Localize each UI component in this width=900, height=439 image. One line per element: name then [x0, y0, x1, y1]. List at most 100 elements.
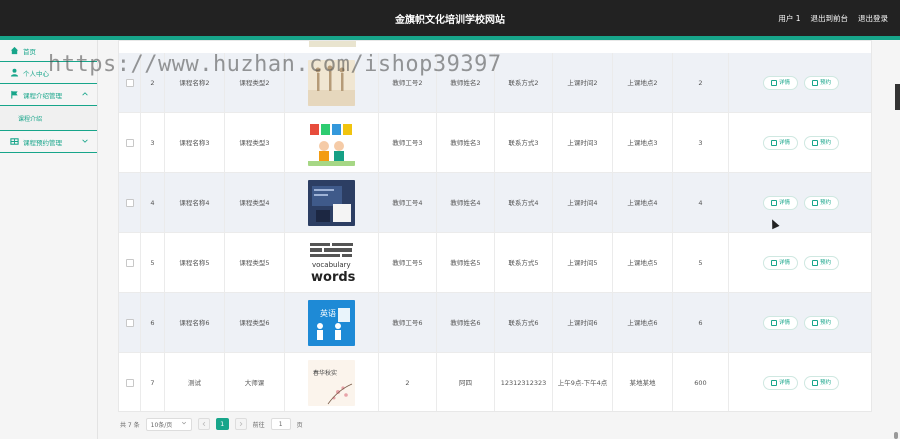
cell-contact: 联系方式5: [495, 233, 553, 293]
cell-select: [119, 233, 141, 293]
cell-place: 上课地点4: [613, 173, 673, 233]
cell-contact: 联系方式3: [495, 113, 553, 173]
image-text-vocabulary: vocabulary: [312, 261, 351, 269]
back-to-front-link[interactable]: 退出到前台: [811, 13, 849, 24]
total-count: 共 7 条: [120, 421, 140, 429]
book-icon: [812, 140, 818, 146]
cell-teacher-id: 教师工号4: [379, 173, 437, 233]
cell-image: 英语: [285, 293, 379, 353]
cell-select: [119, 293, 141, 353]
user-menu[interactable]: 用户 1: [778, 13, 800, 24]
scrollbar-thumb[interactable]: [894, 432, 898, 439]
cell-actions: 详情 预约: [729, 53, 871, 113]
table-row: 6 课程名称6 课程类型6 英语 教师工号6 教师姓名6 联系方式6 上课时间6 上课地点6 6 详…: [119, 293, 871, 353]
row-checkbox[interactable]: [125, 79, 134, 87]
sidebar-item-label: 课程介绍管理: [23, 91, 62, 100]
logout-link[interactable]: 退出登录: [858, 13, 888, 24]
cell-type: 课程类型2: [225, 53, 285, 113]
grid-icon: [10, 137, 19, 146]
row-checkbox[interactable]: [125, 319, 134, 327]
cell-actions: 详情 预约: [729, 113, 871, 173]
course-thumbnail: [308, 180, 355, 226]
side-feedback-tab[interactable]: [895, 84, 900, 110]
row-checkbox[interactable]: [125, 199, 134, 207]
detail-label: 详情: [778, 199, 790, 206]
detail-icon: [770, 260, 777, 266]
detail-button[interactable]: 详情: [762, 76, 798, 90]
sidebar-item-home[interactable]: 首页: [0, 40, 97, 62]
cell-select: [119, 173, 141, 233]
table-row: 7 测试 大师课 春华秋实 2 阿四 12312312323 上午9点-下午4点 某地某地 600…: [119, 353, 871, 411]
cell-name: 课程名称4: [165, 173, 225, 233]
course-table: 2 课程名称2 课程类型2 教师工号2 教师姓名2 联系方式2 上课时间2 上课地点2 2 详情预…: [118, 40, 872, 412]
page-size-select[interactable]: 10条/页: [145, 417, 192, 431]
book-button[interactable]: 预约: [804, 76, 840, 90]
book-button[interactable]: 预约: [804, 376, 840, 390]
cell-count: 6: [673, 293, 729, 353]
cell-count: 3: [673, 113, 729, 173]
sidebar: 首页 个人中心 课程介绍管理 课程介绍 课程预约管理: [0, 40, 98, 439]
sidebar-item-booking-mgmt[interactable]: 课程预约管理: [0, 131, 97, 153]
detail-button[interactable]: 详情: [762, 316, 798, 330]
cell-actions: 详情 预约: [729, 293, 871, 353]
cell-place: 上课地点3: [613, 113, 673, 173]
cell-time: 上午9点-下午4点: [553, 353, 613, 411]
page-suffix: 页: [296, 421, 303, 429]
cell-time: 上课时间5: [553, 233, 613, 293]
home-icon: [10, 46, 19, 55]
cell-image: [285, 53, 379, 113]
row-checkbox[interactable]: [125, 259, 134, 267]
detail-button[interactable]: 详情: [762, 196, 798, 210]
cell-place: 上课地点2: [613, 53, 673, 113]
cell-teacher-name: 阿四: [437, 353, 495, 411]
book-button[interactable]: 预约: [804, 196, 840, 210]
cell-teacher-id: 教师工号3: [379, 113, 437, 173]
cell-teacher-id: 教师工号2: [379, 53, 437, 113]
cell-no: 5: [141, 233, 165, 293]
cell-count: 600: [673, 353, 729, 411]
row-checkbox[interactable]: [125, 379, 134, 387]
page-1-button[interactable]: 1: [215, 418, 229, 430]
cell-name: 课程名称6: [165, 293, 225, 353]
row-checkbox[interactable]: [125, 139, 134, 147]
book-icon: [812, 260, 818, 266]
sidebar-item-profile[interactable]: 个人中心: [0, 62, 97, 84]
sidebar-item-course-intro-mgmt[interactable]: 课程介绍管理: [0, 84, 97, 106]
site-title: 金旗帜文化培训学校网站: [395, 15, 505, 26]
cell-type: 课程类型6: [225, 293, 285, 353]
flag-icon: [10, 90, 19, 99]
cell-no: 7: [141, 353, 165, 411]
cell-actions: 详情 预约: [729, 173, 871, 233]
chevron-left-icon: [202, 421, 205, 427]
detail-button[interactable]: 详情: [762, 376, 798, 390]
table-row: 2 课程名称2 课程类型2 教师工号2 教师姓名2 联系方式2 上课时间2 上课地点2 2 详情预…: [119, 53, 871, 113]
image-text-calligraphy: 春华秋实: [313, 369, 337, 377]
goto-page-input[interactable]: 1: [270, 418, 291, 430]
cell-type: 课程类型4: [225, 173, 285, 233]
sidebar-subitem-course-intro[interactable]: 课程介绍: [0, 106, 97, 131]
next-page-button[interactable]: [234, 418, 247, 430]
detail-button[interactable]: 详情: [762, 136, 798, 150]
prev-page-button[interactable]: [197, 418, 210, 430]
goto-label: 前往: [252, 421, 265, 429]
detail-label: 详情: [778, 319, 790, 326]
book-button[interactable]: 预约: [804, 316, 840, 330]
book-icon: [812, 80, 818, 86]
sidebar-item-label: 个人中心: [23, 69, 49, 78]
cell-teacher-id: 2: [379, 353, 437, 411]
cell-teacher-name: 教师姓名2: [437, 53, 495, 113]
cell-actions: 详情 预约: [729, 353, 871, 411]
cell-teacher-name: 教师姓名4: [437, 173, 495, 233]
book-button[interactable]: 预约: [804, 136, 840, 150]
cell-name: 课程名称5: [165, 233, 225, 293]
detail-button[interactable]: 详情: [762, 256, 798, 270]
table-row: 4 课程名称4 课程类型4 教师工号4 教师姓名4 联系方式4 上课时间4 上课地点4 4 详情预…: [119, 173, 871, 233]
book-button[interactable]: 预约: [804, 256, 840, 270]
cell-contact: 联系方式4: [495, 173, 553, 233]
book-label: 预约: [820, 199, 832, 206]
cell-no: 6: [141, 293, 165, 353]
cell-time: 上课时间2: [553, 53, 613, 113]
course-thumbnail: [308, 60, 355, 106]
cell-select: [119, 353, 141, 411]
cell-place: 上课地点6: [613, 293, 673, 353]
